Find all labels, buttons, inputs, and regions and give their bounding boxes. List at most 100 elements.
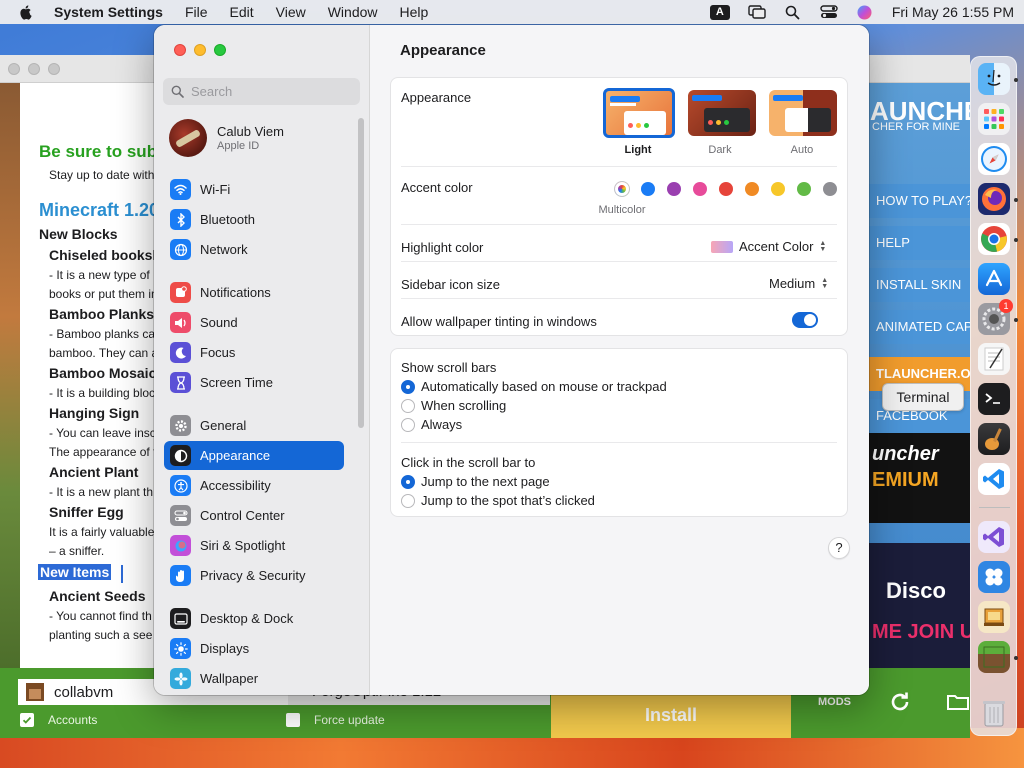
premium-banner[interactable]: uncher EMIUM — [868, 433, 970, 523]
scroll-bars-when-scrolling-option[interactable]: When scrolling — [401, 398, 506, 413]
vscode-icon[interactable] — [978, 463, 1010, 495]
screen-mirroring-icon[interactable] — [748, 4, 766, 20]
article-item-heading: Ancient Plant — [49, 464, 139, 480]
help-link-button[interactable]: HELP — [868, 226, 970, 260]
accent-color-swatch[interactable] — [745, 182, 759, 196]
animated-cape-button[interactable]: ANIMATED CAPE — [868, 310, 970, 344]
accent-color-swatch[interactable] — [693, 182, 707, 196]
sidebar-item-label: Focus — [200, 345, 236, 360]
accent-color-swatch[interactable] — [823, 182, 837, 196]
sidebar-item-general[interactable]: General — [164, 411, 344, 440]
app-name-menu[interactable]: System Settings — [54, 4, 163, 20]
accent-color-swatch[interactable] — [771, 182, 785, 196]
accent-color-swatch[interactable] — [667, 182, 681, 196]
sidebar-item-appearance[interactable]: Appearance — [164, 441, 344, 470]
launcher-close-button[interactable] — [8, 63, 20, 75]
sidebar-item-label: Notifications — [200, 285, 271, 300]
article-selected-heading[interactable]: New Items — [38, 564, 112, 580]
scroll-bars-auto-option[interactable]: Automatically based on mouse or trackpad — [401, 379, 667, 394]
textedit-icon[interactable] — [978, 343, 1010, 375]
launcher-minimize-button[interactable] — [28, 63, 40, 75]
accent-color-swatch[interactable] — [719, 182, 733, 196]
input-source-icon[interactable]: A — [709, 4, 730, 20]
how-to-play-button[interactable]: HOW TO PLAY? — [868, 184, 970, 218]
menu-extras: A Fri May 26 1:55 PM — [709, 4, 1014, 20]
control-center-menu-icon[interactable] — [820, 4, 838, 20]
mods-button[interactable]: MODS — [818, 696, 851, 708]
search-input[interactable] — [191, 84, 351, 99]
sidebar-item-label: Appearance — [200, 448, 271, 463]
refresh-icon[interactable] — [888, 690, 912, 714]
help-button[interactable]: ? — [828, 537, 850, 559]
sidebar-icon-size-popup[interactable]: Medium ▲ ▼ — [769, 276, 828, 291]
sidebar-item-bluetooth[interactable]: Bluetooth — [164, 205, 344, 234]
sidebar-item-label: Displays — [200, 641, 250, 656]
sidebar-item-displays[interactable]: Displays — [164, 634, 344, 663]
sidebar-scrollbar[interactable] — [358, 118, 364, 428]
sidebar-search[interactable] — [163, 78, 360, 105]
menu-view[interactable]: View — [276, 4, 306, 20]
sidebar-item-wallpaper[interactable]: Wallpaper — [164, 664, 344, 693]
minecraft-icon[interactable] — [978, 641, 1010, 673]
menu-edit[interactable]: Edit — [230, 4, 254, 20]
article-item-heading: Chiseled bookshelf — [49, 247, 158, 263]
safari-icon[interactable] — [978, 143, 1010, 175]
wallpaper-tinting-toggle[interactable] — [792, 312, 818, 328]
appearance-light-option[interactable] — [603, 88, 675, 138]
minimize-button[interactable] — [194, 44, 206, 56]
sidebar-item-wi-fi[interactable]: Wi-Fi — [164, 175, 344, 204]
sidebar-item-control-center[interactable]: Control Center — [164, 501, 344, 530]
garageband-icon[interactable] — [978, 423, 1010, 455]
trash-icon[interactable] — [978, 697, 1010, 729]
visual-studio-icon[interactable] — [978, 521, 1010, 553]
accent-color-swatch[interactable] — [797, 182, 811, 196]
app-store-icon[interactable] — [978, 263, 1010, 295]
firefox-icon[interactable] — [978, 183, 1010, 215]
click-jump-to-spot-option[interactable]: Jump to the spot that’s clicked — [401, 493, 595, 508]
menu-window[interactable]: Window — [328, 4, 378, 20]
menu-help[interactable]: Help — [400, 4, 429, 20]
terminal-icon[interactable] — [978, 383, 1010, 415]
sidebar-item-network[interactable]: Network — [164, 235, 344, 264]
accent-multicolor-swatch[interactable] — [615, 182, 629, 196]
menu-file[interactable]: File — [185, 4, 208, 20]
force-update-label: Force update — [314, 713, 385, 727]
sidebar-item-desktop-dock[interactable]: Desktop & Dock — [164, 604, 344, 633]
apple-id-profile[interactable]: Calub Viem Apple ID — [169, 118, 349, 158]
sidebar-item-screen-time[interactable]: Screen Time — [164, 368, 344, 397]
accounts-checkbox[interactable]: Accounts — [20, 713, 97, 727]
apple-menu-icon[interactable] — [18, 4, 34, 20]
spotlight-search-icon[interactable] — [784, 4, 802, 20]
avatar — [169, 119, 207, 157]
sidebar-item-accessibility[interactable]: Accessibility — [164, 471, 344, 500]
zoom-button[interactable] — [214, 44, 226, 56]
wallpaper-icon — [170, 668, 191, 689]
sidebar-item-privacy-security[interactable]: Privacy & Security — [164, 561, 344, 590]
highlight-color-popup[interactable]: Accent Color ▲ ▼ — [711, 239, 826, 254]
install-button[interactable]: Install — [551, 692, 791, 738]
close-button[interactable] — [174, 44, 186, 56]
utility-app-icon[interactable] — [978, 561, 1010, 593]
scroll-bars-always-option[interactable]: Always — [401, 417, 462, 432]
sidebar-item-notifications[interactable]: Notifications — [164, 278, 344, 307]
preview-window-icon[interactable] — [978, 601, 1010, 633]
appearance-dark-option[interactable] — [688, 90, 756, 136]
finder-icon[interactable] — [978, 63, 1010, 95]
launcher-zoom-button[interactable] — [48, 63, 60, 75]
sidebar-item-sound[interactable]: Sound — [164, 308, 344, 337]
launchpad-icon[interactable] — [978, 103, 1010, 135]
click-scroll-bar-label: Click in the scroll bar to — [401, 455, 536, 470]
siri-menu-icon[interactable] — [856, 4, 874, 20]
accent-color-swatch[interactable] — [641, 182, 655, 196]
folder-icon[interactable] — [946, 690, 970, 714]
discord-banner[interactable]: Disco ME JOIN U — [868, 543, 970, 668]
install-skin-button[interactable]: INSTALL SKIN — [868, 268, 970, 302]
click-jump-next-page-option[interactable]: Jump to the next page — [401, 474, 550, 489]
show-scroll-bars-label: Show scroll bars — [401, 360, 497, 375]
sidebar-item-siri-spotlight[interactable]: Siri & Spotlight — [164, 531, 344, 560]
sidebar-item-focus[interactable]: Focus — [164, 338, 344, 367]
force-update-checkbox[interactable]: Force update — [286, 713, 385, 727]
clock-datetime[interactable]: Fri May 26 1:55 PM — [892, 4, 1014, 20]
chrome-icon[interactable] — [978, 223, 1010, 255]
appearance-auto-option[interactable] — [769, 90, 837, 136]
